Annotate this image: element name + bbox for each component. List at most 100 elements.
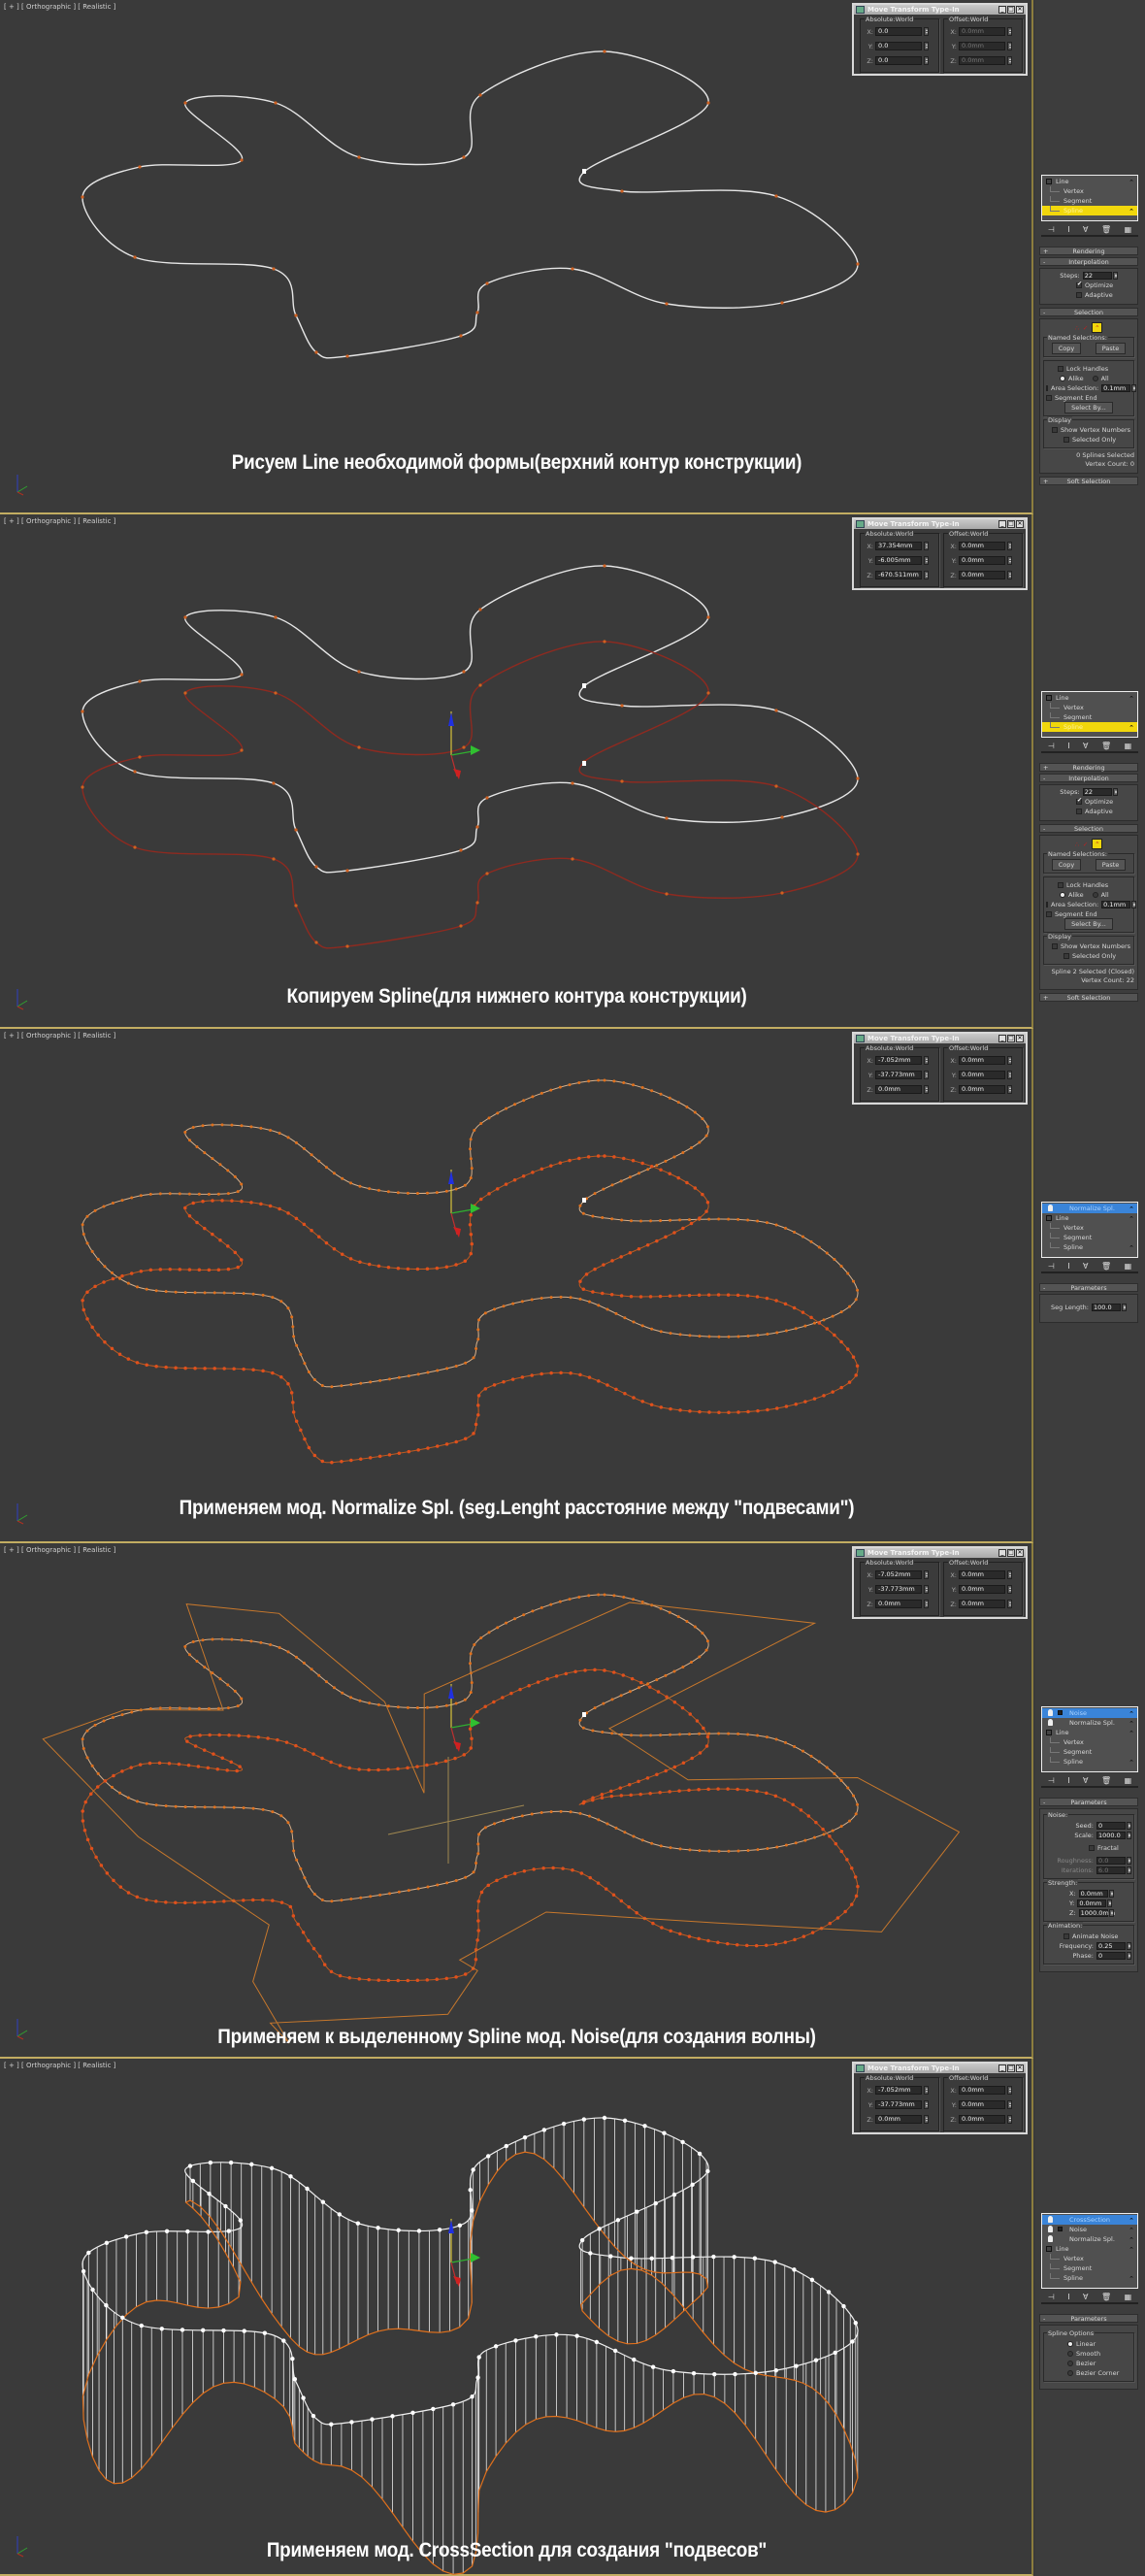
off-x-spinner-icon[interactable]	[1007, 1056, 1012, 1065]
modifier-on-bulb-icon[interactable]	[1048, 1719, 1053, 1726]
fractal-checkbox[interactable]	[1089, 1845, 1095, 1851]
copy-button[interactable]: Copy	[1051, 859, 1082, 871]
abs-y-spinner-icon[interactable]	[924, 1585, 929, 1594]
off-y-spinner-icon[interactable]	[1007, 2100, 1012, 2109]
selection-rollout-header[interactable]: - Selection	[1039, 308, 1138, 316]
off-y-spinner-icon[interactable]	[1007, 42, 1012, 50]
collapse-tree-icon[interactable]	[1046, 695, 1052, 701]
show-vertex-numbers-checkbox[interactable]	[1052, 943, 1058, 949]
off-y-field[interactable]: 0.0mm	[959, 2100, 1005, 2109]
stack-item-noise[interactable]: Noise ⌃	[1042, 1708, 1137, 1718]
minimize-button[interactable]: _	[998, 2064, 1006, 2072]
adaptive-checkbox[interactable]	[1076, 809, 1082, 814]
iterations-spinner-icon[interactable]	[1127, 1866, 1131, 1874]
abs-x-field[interactable]: 37.354mm	[875, 542, 922, 550]
copy-button[interactable]: Copy	[1051, 343, 1082, 354]
remove-modifier-icon[interactable]: 🗑	[1101, 225, 1111, 234]
abs-y-field[interactable]: -37.773mm	[875, 2100, 922, 2109]
stack-item-normalize-spl-[interactable]: Normalize Spl. ⌃	[1042, 2234, 1137, 2244]
iterations-field[interactable]: 6.0	[1096, 1866, 1131, 1874]
off-y-field[interactable]: 0.0mm	[959, 556, 1005, 565]
off-x-spinner-icon[interactable]	[1007, 542, 1012, 550]
segment-end-checkbox[interactable]	[1046, 395, 1052, 401]
orthographic-viewport[interactable]: [ + ] [ Orthographic ] [ Realistic ] При…	[0, 1543, 1033, 2059]
abs-x-spinner-icon[interactable]	[924, 1056, 929, 1065]
area-selection-value-spinner-icon[interactable]	[1131, 901, 1137, 908]
abs-z-spinner-icon[interactable]	[924, 2115, 929, 2124]
strength-y-spinner-icon[interactable]	[1107, 1899, 1113, 1907]
abs-y-field[interactable]: -37.773mm	[875, 1585, 922, 1594]
off-x-spinner-icon[interactable]	[1007, 2086, 1012, 2095]
linear-radio[interactable]	[1067, 2341, 1073, 2347]
selection-rollout-header[interactable]: - Selection	[1039, 824, 1138, 833]
stack-item-line[interactable]: Line ⌃	[1042, 693, 1137, 703]
abs-x-field[interactable]: -7.052mm	[875, 1056, 922, 1065]
abs-y-spinner-icon[interactable]	[924, 42, 929, 50]
stack-item-noise[interactable]: Noise ⌃	[1042, 2225, 1137, 2234]
scale-field[interactable]: 1000.0	[1096, 1832, 1131, 1839]
frequency-spinner-icon[interactable]	[1127, 1942, 1131, 1950]
optimize-checkbox[interactable]	[1076, 797, 1082, 805]
stack-item-spline[interactable]: Spline ⌃	[1042, 1757, 1137, 1767]
select-by-button[interactable]: Select By...	[1064, 918, 1113, 930]
stack-item-vertex[interactable]: Vertex	[1042, 2254, 1137, 2263]
smooth-radio[interactable]	[1067, 2351, 1073, 2357]
close-button[interactable]: ✕	[1016, 2064, 1024, 2072]
pin-stack-icon[interactable]: ⊣	[1048, 1776, 1055, 1785]
abs-x-spinner-icon[interactable]	[924, 542, 929, 550]
selected-only-checkbox[interactable]	[1063, 953, 1069, 959]
paste-button[interactable]: Paste	[1095, 859, 1127, 871]
stack-item-line[interactable]: Line ⌃	[1042, 1213, 1137, 1223]
stack-item-vertex[interactable]: Vertex	[1042, 703, 1137, 712]
orthographic-viewport[interactable]: [ + ] [ Orthographic ] [ Realistic ] При…	[0, 2059, 1033, 2576]
bezier-corner-radio[interactable]	[1067, 2370, 1073, 2376]
alike-radio[interactable]	[1060, 376, 1065, 381]
configure-modifier-sets-icon[interactable]: ▦	[1125, 1776, 1132, 1785]
abs-x-spinner-icon[interactable]	[924, 2086, 929, 2095]
off-z-spinner-icon[interactable]	[1007, 571, 1012, 579]
remove-modifier-icon[interactable]: 🗑	[1101, 2293, 1111, 2301]
dialog-title-bar[interactable]: Move Transform Type-In _ □ ✕	[854, 2064, 1026, 2073]
collapse-tree-icon[interactable]	[1046, 179, 1052, 184]
roughness-field[interactable]: 0.0	[1096, 1857, 1131, 1865]
off-z-field[interactable]: 0.0mm	[959, 56, 1005, 65]
off-z-field[interactable]: 0.0mm	[959, 1085, 1005, 1094]
abs-x-field[interactable]: 0.0	[875, 27, 922, 36]
soft-selection-rollout-header[interactable]: + Soft Selection	[1039, 477, 1138, 485]
close-button[interactable]: ✕	[1016, 1549, 1024, 1557]
abs-y-field[interactable]: -6.005mm	[875, 556, 922, 565]
spline-subobject-icon[interactable]: ⌃	[1092, 322, 1103, 333]
area-selection-checkbox[interactable]	[1046, 902, 1048, 908]
vertex-subobject-icon[interactable]: ∴	[1075, 324, 1079, 332]
stack-item-line[interactable]: Line ⌃	[1042, 1728, 1137, 1737]
all-radio[interactable]	[1092, 892, 1098, 898]
abs-z-field[interactable]: 0.0mm	[875, 1085, 922, 1094]
stack-item-spline[interactable]: Spline ⌃	[1042, 1242, 1137, 1252]
strength-y-field[interactable]: 0.0mm	[1077, 1899, 1113, 1907]
abs-x-spinner-icon[interactable]	[924, 1570, 929, 1579]
animate-noise-checkbox[interactable]	[1063, 1933, 1069, 1939]
stack-item-spline[interactable]: Spline ⌃	[1042, 722, 1137, 732]
off-x-field[interactable]: 0.0mm	[959, 542, 1005, 550]
maximize-button[interactable]: □	[1007, 2064, 1015, 2072]
abs-z-spinner-icon[interactable]	[924, 1085, 929, 1094]
show-end-result-icon[interactable]: Ⅰ	[1067, 1776, 1069, 1785]
modifier-on-bulb-icon[interactable]	[1048, 1709, 1053, 1716]
vertex-subobject-icon[interactable]: ∴	[1075, 841, 1079, 848]
all-radio[interactable]	[1092, 376, 1098, 381]
modifier-on-bulb-icon[interactable]	[1048, 2235, 1053, 2242]
dialog-title-bar[interactable]: Move Transform Type-In _ □ ✕	[854, 519, 1026, 529]
dialog-title-bar[interactable]: Move Transform Type-In _ □ ✕	[854, 5, 1026, 15]
abs-z-field[interactable]: 0.0mm	[875, 1600, 922, 1608]
stack-item-segment[interactable]: Segment	[1042, 1747, 1137, 1757]
make-unique-icon[interactable]: ∀	[1083, 225, 1088, 234]
seg-length-field[interactable]: 100.0	[1091, 1304, 1127, 1311]
configure-modifier-sets-icon[interactable]: ▦	[1125, 742, 1132, 750]
bezier-radio[interactable]	[1067, 2361, 1073, 2366]
orthographic-viewport[interactable]: [ + ] [ Orthographic ] [ Realistic ] Рис…	[0, 0, 1033, 514]
parameters-rollout-header[interactable]: - Parameters	[1039, 2314, 1138, 2323]
off-x-spinner-icon[interactable]	[1007, 1570, 1012, 1579]
off-y-field[interactable]: 0.0mm	[959, 1071, 1005, 1079]
off-z-spinner-icon[interactable]	[1007, 1085, 1012, 1094]
modifier-on-bulb-icon[interactable]	[1048, 1205, 1053, 1211]
